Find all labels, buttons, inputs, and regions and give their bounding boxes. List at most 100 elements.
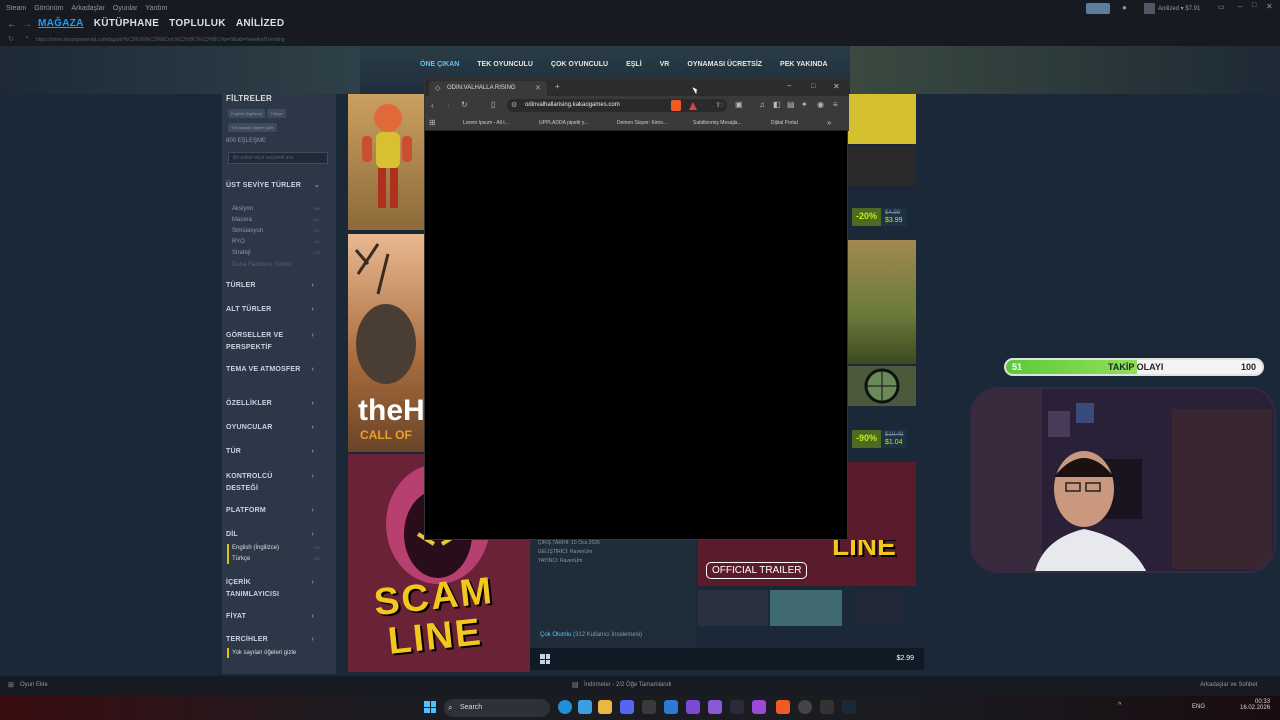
rewards-icon[interactable] <box>689 102 697 110</box>
browser-tab[interactable]: ◇ ODIN:VALHALLA RISING ✕ <box>429 81 547 96</box>
chip-hide-ignored[interactable]: Yok sayılan öğeleri gizle <box>228 123 277 132</box>
browser-viewport[interactable] <box>425 132 847 539</box>
maximize-icon[interactable]: □ <box>1252 2 1256 9</box>
menu-steam[interactable]: Steam <box>6 5 26 12</box>
show-more-link[interactable]: Daha Fazlasını Göster <box>232 262 320 268</box>
obs-icon[interactable] <box>686 700 700 714</box>
nav-community[interactable]: TOPLULUK <box>169 18 226 29</box>
section-features[interactable]: ÖZELLİKLER › <box>226 400 330 407</box>
chip-turkish[interactable]: Türkçe <box>267 109 286 118</box>
section-controller[interactable]: KONTROLCÜ DESTEĞİ › <box>226 471 314 495</box>
genre-action[interactable]: Aksiyon 589 <box>232 206 320 212</box>
tray-overflow-icon[interactable]: ^ <box>1118 702 1121 709</box>
reload-icon[interactable]: ↻ <box>461 101 468 109</box>
forward-arrow-icon[interactable]: → <box>22 19 32 30</box>
taskbar-search[interactable]: ⌕ Search <box>444 699 550 717</box>
input-language[interactable]: ENG <box>1192 704 1205 710</box>
section-preferences[interactable]: TERCİHLER › <box>226 636 330 643</box>
nav-store[interactable]: MAĞAZA <box>38 18 84 29</box>
settings-icon[interactable] <box>820 700 834 714</box>
section-language[interactable]: DİL › <box>226 531 330 538</box>
tab-vr[interactable]: VR <box>660 61 670 68</box>
vs-purple-icon[interactable] <box>708 700 722 714</box>
minimize-icon[interactable]: – <box>787 82 791 90</box>
avatar[interactable] <box>1144 3 1155 14</box>
visual-studio-icon[interactable] <box>664 700 678 714</box>
chip-english[interactable]: English (İngilizce) <box>228 109 266 118</box>
genre-simulation[interactable]: Simülasyon 321 <box>232 228 320 234</box>
game-card-mascot[interactable] <box>348 94 424 230</box>
section-content[interactable]: İÇERİK TANIMLAYICISI › <box>226 577 314 601</box>
hide-ignored-option[interactable]: Yok sayılan öğeleri gizle <box>232 650 296 656</box>
tab-multiplayer[interactable]: ÇOK OYUNCULU <box>551 61 608 68</box>
announce-button[interactable] <box>1086 3 1110 14</box>
add-game-button[interactable]: Oyun Ekle <box>20 682 48 688</box>
app-icon[interactable] <box>642 700 656 714</box>
game-thumb-dark[interactable] <box>848 146 916 186</box>
game-card-hunter[interactable]: theH CALL OF <box>348 234 424 452</box>
steam-icon[interactable] <box>842 700 856 714</box>
screen-icon[interactable]: ▭ <box>1218 3 1225 11</box>
chat-icon[interactable]: ◌ <box>719 101 724 109</box>
bookmark-2[interactable]: UPPLADDA pipetti y... <box>539 120 588 126</box>
nav-profile[interactable]: ANİLİZED <box>236 18 285 29</box>
forward-icon[interactable]: › <box>447 102 450 110</box>
section-theme[interactable]: TEMA VE ATMOSFER › <box>226 364 314 376</box>
price-block-1[interactable]: -20% $4.99 $3.99 <box>852 208 907 226</box>
tabs-icon[interactable]: ▤ <box>787 101 795 109</box>
brave-icon[interactable] <box>776 700 790 714</box>
screenshot-thumb-3[interactable] <box>856 590 902 626</box>
tab-featured[interactable]: ÖNE ÇIKAN <box>420 61 459 68</box>
vpn-icon[interactable]: ◉ <box>817 101 824 109</box>
game-card-yellow[interactable] <box>848 94 916 144</box>
discord-icon[interactable] <box>620 700 634 714</box>
apps-grid-icon[interactable]: ⊞ <box>429 119 436 127</box>
close-icon[interactable]: ✕ <box>833 83 840 91</box>
genre-rpg[interactable]: RYO 211 <box>232 239 320 245</box>
genre-strategy[interactable]: Strateji 204 <box>232 250 320 256</box>
wallet-icon[interactable]: ▣ <box>735 101 743 109</box>
brave-shield-icon[interactable] <box>671 100 681 111</box>
vscode-icon[interactable] <box>578 700 592 714</box>
genre-adventure[interactable]: Macera 401 <box>232 217 320 223</box>
section-visuals[interactable]: GÖRSELLER VE PERSPEKTİF › <box>226 330 314 354</box>
price-block-2[interactable]: -90% $10.49 $1.04 <box>852 430 908 448</box>
tab-coop[interactable]: EŞLİ <box>626 61 642 68</box>
section-players[interactable]: OYUNCULAR › <box>226 424 330 431</box>
back-icon[interactable]: ‹ <box>431 102 434 110</box>
refresh-icon[interactable]: ↻ <box>8 35 14 43</box>
app-icon-3[interactable] <box>798 700 812 714</box>
lang-turkish[interactable]: Türkçe 800 <box>232 556 320 562</box>
section-platform[interactable]: PLATFORM › <box>226 507 330 514</box>
back-arrow-icon[interactable]: ← <box>7 19 17 30</box>
new-tab-icon[interactable]: + <box>555 83 560 91</box>
section-subgenres[interactable]: ALT TÜRLER › <box>226 306 330 313</box>
site-info-icon[interactable]: ⚙ <box>511 101 517 109</box>
game-thumb-scope[interactable] <box>848 366 916 406</box>
tab-free[interactable]: OYNAMASI ÜCRETSİZ <box>687 61 762 68</box>
folder-icon[interactable] <box>598 700 612 714</box>
bell-icon[interactable]: ● <box>1122 3 1127 12</box>
tab-singleplayer[interactable]: TEK OYUNCULU <box>477 61 533 68</box>
menu-view[interactable]: Görünüm <box>34 5 63 12</box>
downloads-status[interactable]: İndirmeler - 2/2 Öğe Tamamlandı <box>584 682 672 688</box>
section-type[interactable]: TÜR › <box>226 448 330 455</box>
bookmark-4[interactable]: Sabitlenmiş Mesajla... <box>693 120 742 126</box>
twitch-icon[interactable] <box>752 700 766 714</box>
edge-icon[interactable] <box>558 700 572 714</box>
tag-search-input[interactable]: Bir etiket veya seçenek ara <box>228 152 328 164</box>
close-icon[interactable]: ✕ <box>1266 2 1273 11</box>
game-card-forest[interactable] <box>848 240 916 364</box>
app-icon-2[interactable] <box>730 700 744 714</box>
menu-friends[interactable]: Arkadaşlar <box>71 5 104 12</box>
tab-close-icon[interactable]: ✕ <box>535 84 541 92</box>
minimize-icon[interactable]: – <box>1238 2 1242 11</box>
section-genres[interactable]: TÜRLER › <box>226 282 330 289</box>
sidebar-icon[interactable]: ◧ <box>773 101 781 109</box>
start-icon[interactable] <box>424 701 436 713</box>
music-icon[interactable]: ♫ <box>759 101 765 109</box>
menu-help[interactable]: Yardım <box>145 5 167 12</box>
bookmark-icon[interactable]: ▯ <box>491 101 495 109</box>
tab-coming-soon[interactable]: PEK YAKINDA <box>780 61 827 68</box>
lang-english[interactable]: English (İngilizce) 800 <box>232 545 320 551</box>
